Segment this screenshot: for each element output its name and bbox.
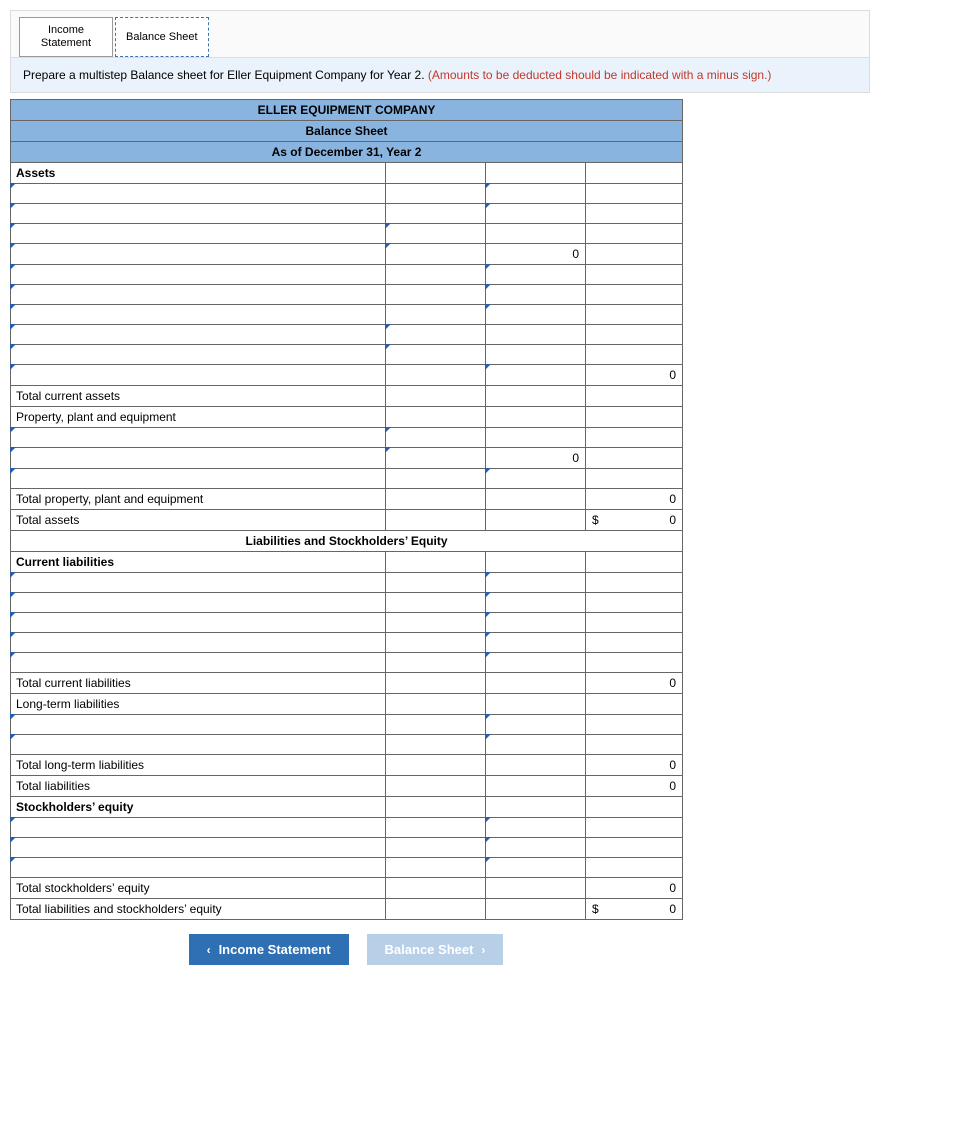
se-line[interactable] [11,818,386,838]
section-assets: Assets [11,163,386,184]
asset-sub-amount[interactable] [386,224,486,244]
chevron-left-icon: ‹ [207,943,211,957]
asset-amount[interactable] [486,265,586,285]
asset-line[interactable] [11,265,386,285]
tab-income-statement[interactable]: Income Statement [19,17,113,57]
cl-amount[interactable] [486,633,586,653]
ltl-line[interactable] [11,735,386,755]
row-total-lse: Total liabilities and stockholders’ equi… [11,899,386,920]
prev-button[interactable]: ‹ Income Statement [189,934,349,965]
instruction-text: Prepare a multistep Balance sheet for El… [23,68,428,82]
ppe-line[interactable] [11,469,386,489]
balance-sheet-table: ELLER EQUIPMENT COMPANY Balance Sheet As… [10,99,683,920]
chevron-right-icon: › [481,943,485,957]
asset-total: 0 [586,365,683,386]
ppe-sub-amount[interactable] [386,428,486,448]
row-long-term-liabilities: Long-term liabilities [11,694,386,715]
asset-line[interactable] [11,285,386,305]
asset-amount[interactable] [486,204,586,224]
asset-line[interactable] [11,345,386,365]
tcl-value: 0 [586,673,683,694]
asset-amount[interactable] [486,285,586,305]
asset-line[interactable] [11,204,386,224]
se-line[interactable] [11,838,386,858]
asset-line[interactable] [11,365,386,386]
ppe-line[interactable] [11,448,386,469]
row-ppe: Property, plant and equipment [11,407,386,428]
cl-line[interactable] [11,573,386,593]
total-ppe-value: 0 [586,489,683,510]
dollar-sign: $ [592,902,599,916]
bottom-nav: ‹ Income Statement Balance Sheet › [10,934,682,965]
section-lse: Liabilities and Stockholders’ Equity [11,531,683,552]
ppe-amount[interactable] [486,469,586,489]
asset-line[interactable] [11,184,386,204]
asset-line[interactable] [11,244,386,265]
total-assets-value: $ 0 [586,510,683,531]
cl-amount[interactable] [486,613,586,633]
tltl-value: 0 [586,755,683,776]
prev-label: Income Statement [219,942,331,957]
dollar-sign: $ [592,513,599,527]
tab-balance-sheet[interactable]: Balance Sheet [115,17,209,57]
cl-line[interactable] [11,633,386,653]
cl-amount[interactable] [486,653,586,673]
section-current-liabilities: Current liabilities [11,552,386,573]
ltl-amount[interactable] [486,715,586,735]
cl-line[interactable] [11,653,386,673]
ppe-line[interactable] [11,428,386,448]
se-amount[interactable] [486,838,586,858]
cl-line[interactable] [11,593,386,613]
worksheet-container: Income Statement Balance Sheet Prepare a… [10,10,870,965]
row-total-ltl: Total long-term liabilities [11,755,386,776]
tab-bar: Income Statement Balance Sheet [10,10,870,57]
tl-value: 0 [586,776,683,797]
ltl-amount[interactable] [486,735,586,755]
ppe-sub-amount[interactable] [386,448,486,469]
asset-line[interactable] [11,305,386,325]
asset-amount[interactable] [486,305,586,325]
row-total-liabilities: Total liabilities [11,776,386,797]
section-stockholders-equity: Stockholders’ equity [11,797,386,818]
sheet-title: Balance Sheet [11,121,683,142]
cl-amount[interactable] [486,593,586,613]
next-button[interactable]: Balance Sheet › [367,934,504,965]
company-header: ELLER EQUIPMENT COMPANY [11,100,683,121]
instruction-bar: Prepare a multistep Balance sheet for El… [10,57,870,93]
row-total-assets: Total assets [11,510,386,531]
ppe-calc: 0 [486,448,586,469]
asset-calc: 0 [486,244,586,265]
row-total-se: Total stockholders’ equity [11,878,386,899]
cl-line[interactable] [11,613,386,633]
cl-amount[interactable] [486,573,586,593]
row-total-current-assets: Total current assets [11,386,386,407]
asset-sub-amount[interactable] [386,244,486,265]
se-amount[interactable] [486,818,586,838]
se-line[interactable] [11,858,386,878]
se-amount[interactable] [486,858,586,878]
asset-line[interactable] [11,224,386,244]
asset-line[interactable] [11,325,386,345]
tlse-value: $ 0 [586,899,683,920]
tse-value: 0 [586,878,683,899]
next-label: Balance Sheet [385,942,474,957]
asset-amount[interactable] [486,184,586,204]
asset-amount[interactable] [486,365,586,386]
sheet-asof: As of December 31, Year 2 [11,142,683,163]
row-total-current-liabilities: Total current liabilities [11,673,386,694]
asset-sub-amount[interactable] [386,345,486,365]
row-total-ppe: Total property, plant and equipment [11,489,386,510]
ltl-line[interactable] [11,715,386,735]
asset-sub-amount[interactable] [386,325,486,345]
instruction-warning: (Amounts to be deducted should be indica… [428,68,772,82]
